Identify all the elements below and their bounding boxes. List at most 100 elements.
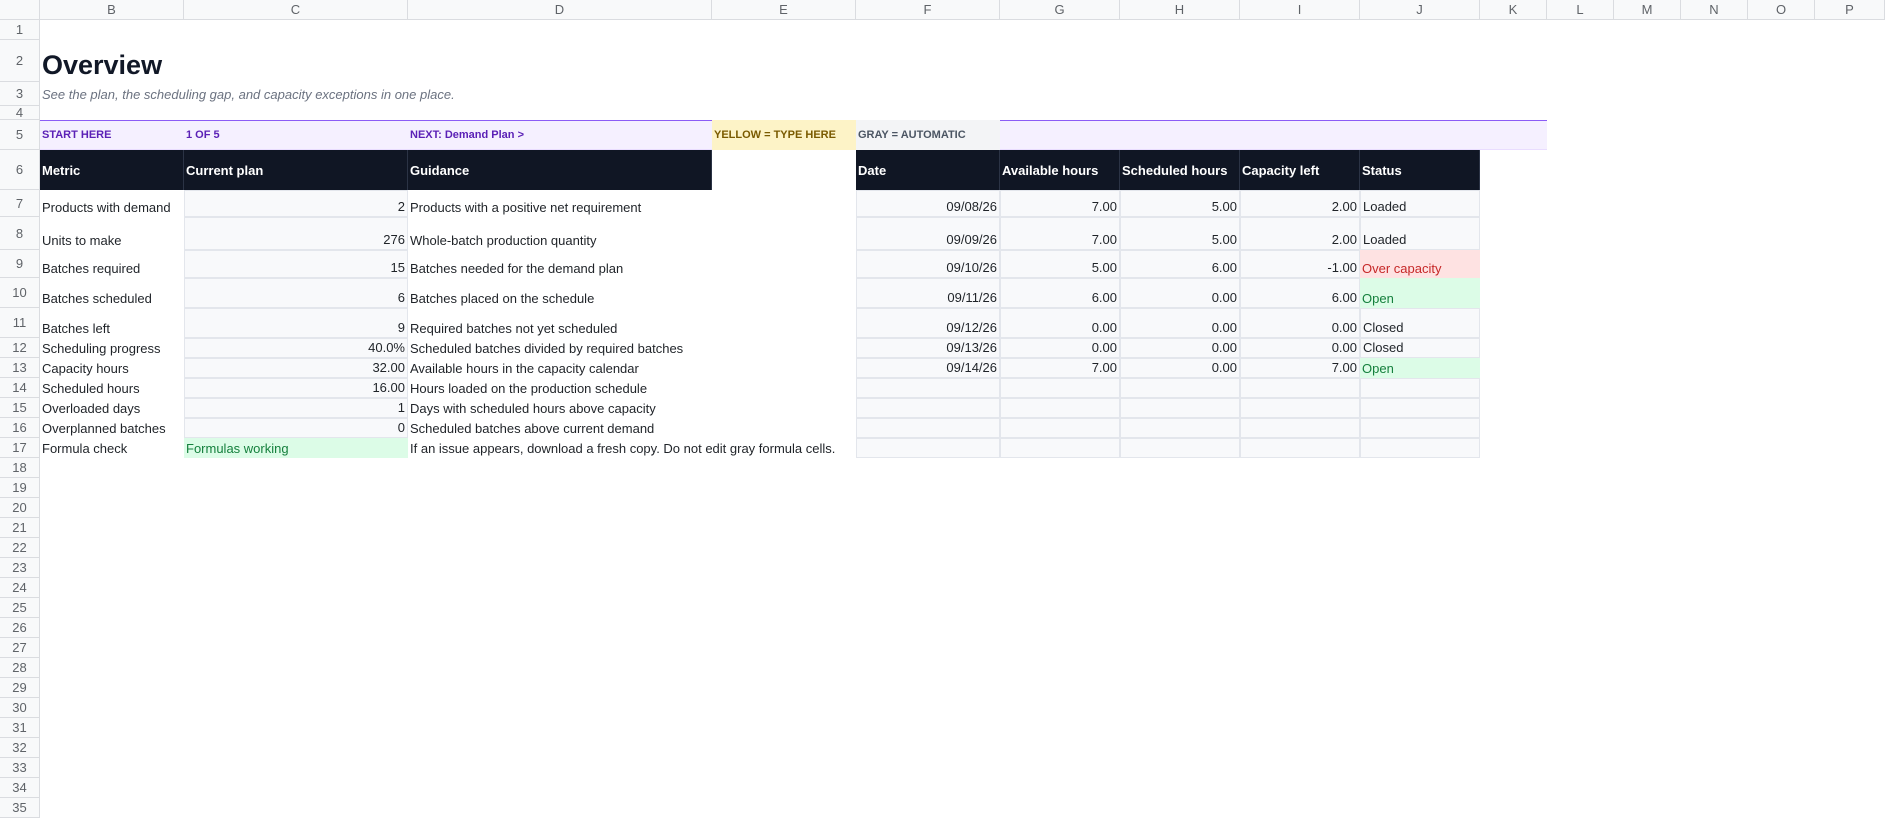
column-header-l[interactable]: L bbox=[1547, 0, 1614, 20]
page-subtitle[interactable]: See the plan, the scheduling gap, and ca… bbox=[40, 82, 1120, 106]
column-header-k[interactable]: K bbox=[1480, 0, 1547, 20]
capacity-empty-cell[interactable] bbox=[1000, 438, 1120, 458]
capacity-empty-cell[interactable] bbox=[1120, 398, 1240, 418]
metric-label[interactable]: Scheduled hours bbox=[40, 378, 184, 398]
column-header-b[interactable]: B bbox=[40, 0, 184, 20]
row-header-35[interactable]: 35 bbox=[0, 798, 40, 818]
capacity-date[interactable]: 09/14/26 bbox=[856, 358, 1000, 378]
row-header-8[interactable]: 8 bbox=[0, 217, 40, 250]
capacity-left[interactable]: -1.00 bbox=[1240, 250, 1360, 278]
metric-guidance[interactable]: Available hours in the capacity calendar bbox=[408, 358, 712, 378]
capacity-available-hours[interactable]: 7.00 bbox=[1000, 217, 1120, 250]
capacity-empty-cell[interactable] bbox=[1240, 398, 1360, 418]
metric-label[interactable]: Batches scheduled bbox=[40, 278, 184, 308]
column-header-f[interactable]: F bbox=[856, 0, 1000, 20]
capacity-left[interactable]: 6.00 bbox=[1240, 278, 1360, 308]
row-header-29[interactable]: 29 bbox=[0, 678, 40, 698]
capacity-left[interactable]: 2.00 bbox=[1240, 190, 1360, 217]
column-header-g[interactable]: G bbox=[1000, 0, 1120, 20]
row-header-22[interactable]: 22 bbox=[0, 538, 40, 558]
capacity-empty-cell[interactable] bbox=[1360, 438, 1480, 458]
metric-label[interactable]: Batches left bbox=[40, 308, 184, 338]
capacity-status[interactable]: Over capacity bbox=[1360, 250, 1480, 278]
metric-value[interactable]: 32.00 bbox=[184, 358, 408, 378]
capacity-empty-cell[interactable] bbox=[1120, 418, 1240, 438]
column-header-m[interactable]: M bbox=[1614, 0, 1681, 20]
capacity-available-hours[interactable]: 0.00 bbox=[1000, 338, 1120, 358]
capacity-left[interactable]: 7.00 bbox=[1240, 358, 1360, 378]
row-header-18[interactable]: 18 bbox=[0, 458, 40, 478]
capacity-empty-cell[interactable] bbox=[1000, 418, 1120, 438]
capacity-scheduled-hours[interactable]: 5.00 bbox=[1120, 217, 1240, 250]
capacity-scheduled-hours[interactable]: 6.00 bbox=[1120, 250, 1240, 278]
metric-label[interactable]: Units to make bbox=[40, 217, 184, 250]
select-all-corner[interactable] bbox=[0, 0, 40, 20]
capacity-available-hours[interactable]: 0.00 bbox=[1000, 308, 1120, 338]
capacity-empty-cell[interactable] bbox=[1360, 418, 1480, 438]
capacity-empty-cell[interactable] bbox=[856, 418, 1000, 438]
row-header-3[interactable]: 3 bbox=[0, 82, 40, 106]
row-header-13[interactable]: 13 bbox=[0, 358, 40, 378]
capacity-status[interactable]: Closed bbox=[1360, 308, 1480, 338]
formula-check-note[interactable]: If an issue appears, download a fresh co… bbox=[408, 438, 835, 458]
row-header-11[interactable]: 11 bbox=[0, 308, 40, 338]
scheduled-hours-column-header[interactable]: Scheduled hours bbox=[1120, 150, 1240, 190]
row-header-31[interactable]: 31 bbox=[0, 718, 40, 738]
capacity-status[interactable]: Open bbox=[1360, 358, 1480, 378]
capacity-scheduled-hours[interactable]: 0.00 bbox=[1120, 338, 1240, 358]
metric-value[interactable]: 40.0% bbox=[184, 338, 408, 358]
row-header-6[interactable]: 6 bbox=[0, 150, 40, 190]
metric-value[interactable]: 9 bbox=[184, 308, 408, 338]
capacity-available-hours[interactable]: 6.00 bbox=[1000, 278, 1120, 308]
capacity-available-hours[interactable]: 7.00 bbox=[1000, 358, 1120, 378]
capacity-empty-cell[interactable] bbox=[1360, 398, 1480, 418]
row-header-34[interactable]: 34 bbox=[0, 778, 40, 798]
status-column-header[interactable]: Status bbox=[1360, 150, 1480, 190]
gray-key-legend[interactable]: GRAY = AUTOMATIC bbox=[856, 120, 1000, 150]
row-header-9[interactable]: 9 bbox=[0, 250, 40, 278]
row-header-24[interactable]: 24 bbox=[0, 578, 40, 598]
capacity-empty-cell[interactable] bbox=[1120, 378, 1240, 398]
capacity-scheduled-hours[interactable]: 0.00 bbox=[1120, 358, 1240, 378]
capacity-left[interactable]: 0.00 bbox=[1240, 338, 1360, 358]
capacity-left[interactable]: 0.00 bbox=[1240, 308, 1360, 338]
capacity-empty-cell[interactable] bbox=[1240, 418, 1360, 438]
row-header-21[interactable]: 21 bbox=[0, 518, 40, 538]
row-header-7[interactable]: 7 bbox=[0, 190, 40, 217]
capacity-status[interactable]: Loaded bbox=[1360, 217, 1480, 250]
row-header-20[interactable]: 20 bbox=[0, 498, 40, 518]
column-header-d[interactable]: D bbox=[408, 0, 712, 20]
metric-guidance[interactable]: Days with scheduled hours above capacity bbox=[408, 398, 712, 418]
formula-check-status[interactable]: Formulas working bbox=[184, 438, 408, 458]
metric-label[interactable]: Overloaded days bbox=[40, 398, 184, 418]
metric-value[interactable]: 1 bbox=[184, 398, 408, 418]
column-header-o[interactable]: O bbox=[1748, 0, 1815, 20]
metric-value[interactable]: 276 bbox=[184, 217, 408, 250]
capacity-empty-cell[interactable] bbox=[856, 378, 1000, 398]
capacity-empty-cell[interactable] bbox=[1120, 438, 1240, 458]
row-header-14[interactable]: 14 bbox=[0, 378, 40, 398]
capacity-status[interactable]: Closed bbox=[1360, 338, 1480, 358]
capacity-empty-cell[interactable] bbox=[856, 398, 1000, 418]
column-header-c[interactable]: C bbox=[184, 0, 408, 20]
metric-value[interactable]: 16.00 bbox=[184, 378, 408, 398]
metric-label[interactable]: Batches required bbox=[40, 250, 184, 278]
row-header-27[interactable]: 27 bbox=[0, 638, 40, 658]
metric-guidance[interactable]: Required batches not yet scheduled bbox=[408, 308, 712, 338]
capacity-empty-cell[interactable] bbox=[856, 438, 1000, 458]
row-header-25[interactable]: 25 bbox=[0, 598, 40, 618]
available-hours-column-header[interactable]: Available hours bbox=[1000, 150, 1120, 190]
row-header-1[interactable]: 1 bbox=[0, 20, 40, 40]
capacity-left[interactable]: 2.00 bbox=[1240, 217, 1360, 250]
metric-guidance[interactable]: Batches placed on the schedule bbox=[408, 278, 712, 308]
capacity-empty-cell[interactable] bbox=[1360, 378, 1480, 398]
next-demand-plan-link[interactable]: NEXT: Demand Plan > bbox=[408, 120, 712, 150]
column-header-i[interactable]: I bbox=[1240, 0, 1360, 20]
row-header-28[interactable]: 28 bbox=[0, 658, 40, 678]
capacity-date[interactable]: 09/08/26 bbox=[856, 190, 1000, 217]
column-header-h[interactable]: H bbox=[1120, 0, 1240, 20]
row-header-19[interactable]: 19 bbox=[0, 478, 40, 498]
capacity-status[interactable]: Open bbox=[1360, 278, 1480, 308]
capacity-date[interactable]: 09/12/26 bbox=[856, 308, 1000, 338]
column-header-p[interactable]: P bbox=[1815, 0, 1885, 20]
